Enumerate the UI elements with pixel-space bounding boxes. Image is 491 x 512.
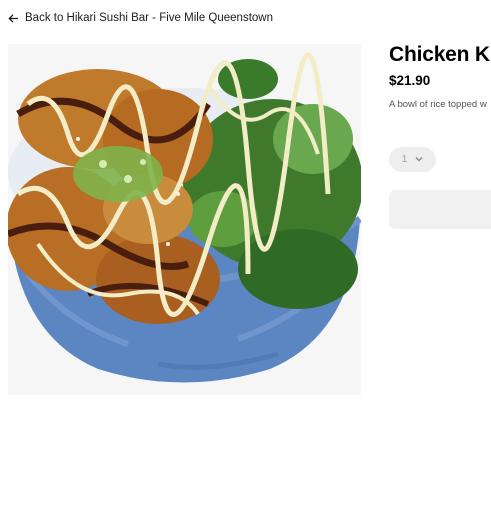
- quantity-value: 1: [401, 154, 408, 165]
- item-description: A bowl of rice topped w: [389, 99, 487, 110]
- chevron-down-icon: [415, 154, 423, 165]
- back-link[interactable]: Back to Hikari Sushi Bar - Five Mile Que…: [8, 9, 273, 27]
- back-link-label: Back to Hikari Sushi Bar - Five Mile Que…: [25, 12, 273, 24]
- arrow-left-icon: [8, 13, 19, 24]
- item-photo: [8, 44, 361, 395]
- add-to-order-button[interactable]: [389, 190, 491, 229]
- item-price: $21.90: [389, 73, 431, 88]
- quantity-select[interactable]: 1: [389, 147, 436, 172]
- item-title: Chicken K: [389, 43, 490, 66]
